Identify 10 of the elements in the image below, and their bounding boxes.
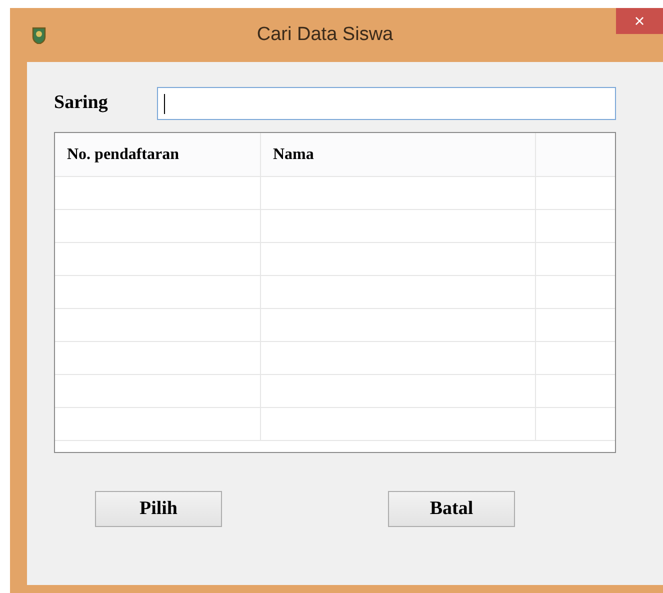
filter-label: Saring	[54, 91, 109, 116]
filter-field[interactable]	[157, 87, 616, 120]
column-header[interactable]: Nama	[261, 133, 536, 176]
column-header[interactable]: No. pendaftaran	[55, 133, 261, 176]
text-caret-icon	[164, 94, 165, 114]
dialog-button[interactable]: Pilih	[95, 491, 222, 527]
close-button[interactable]: ×	[616, 8, 663, 34]
dialog-button[interactable]: Batal	[388, 491, 515, 527]
emblem-icon	[31, 26, 47, 44]
window-title: Cari Data Siswa	[256, 22, 394, 47]
